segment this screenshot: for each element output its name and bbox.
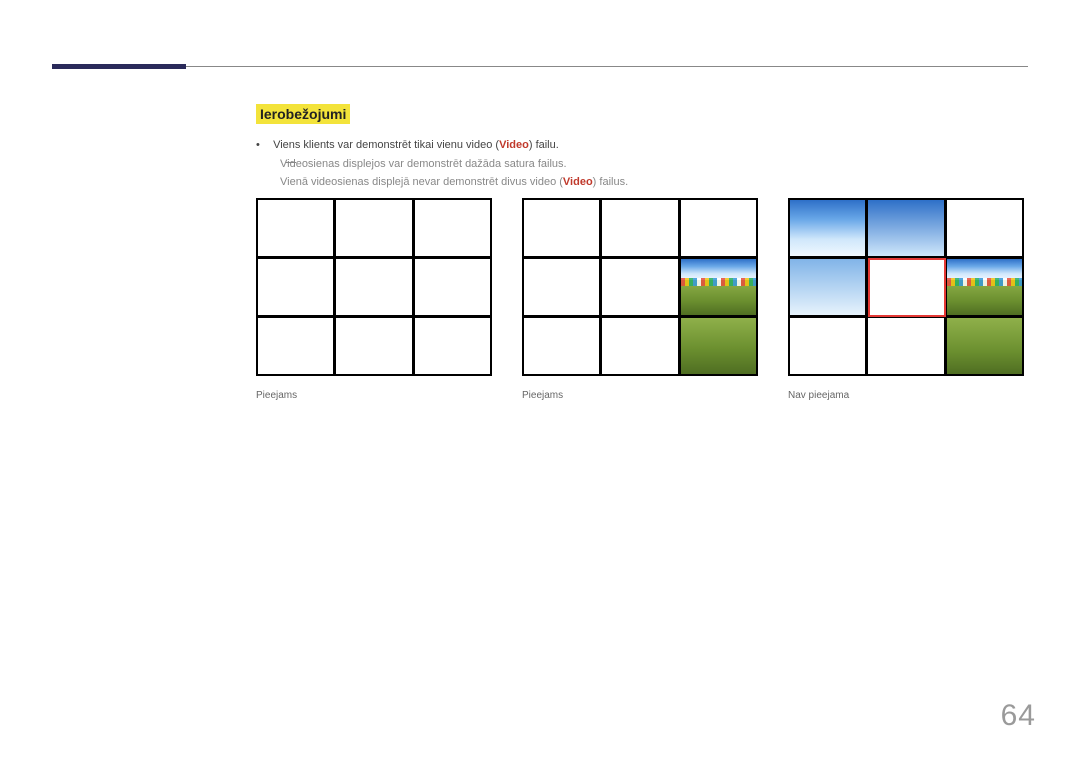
image-field — [681, 349, 756, 374]
example-b: Pieejams — [522, 198, 758, 401]
bullets: • Viens klients var demonstrēt tikai vie… — [256, 136, 1020, 192]
grid-cell — [681, 200, 756, 256]
sub-bullet-text-pre: Vienā videosienas displejā nevar demonst… — [280, 176, 563, 188]
section-title: Ierobežojumi — [256, 104, 350, 124]
grid-cell — [868, 318, 943, 374]
grid-cell — [336, 259, 411, 315]
page: Ierobežojumi • Viens klients var demonst… — [0, 0, 1080, 763]
image-sky — [868, 200, 943, 256]
example-a: Pieejams — [256, 198, 492, 401]
image-sky — [790, 259, 865, 315]
bullet-text-em: Video — [499, 139, 529, 151]
grid-cell-image — [681, 318, 756, 374]
sub-bullet-item: Vienā videosienas displejā nevar demonst… — [280, 173, 1020, 192]
grid-cell — [524, 200, 599, 256]
image-flags — [947, 278, 1022, 286]
image-flags — [681, 278, 756, 286]
grid-cell — [415, 318, 490, 374]
grid-cell — [602, 259, 677, 315]
grid-cell-image — [790, 259, 865, 315]
grid-cell — [790, 318, 865, 374]
videowall-grid — [522, 198, 758, 376]
grid-cell — [258, 200, 333, 256]
example-caption: Pieejams — [522, 390, 758, 401]
header-accent — [52, 64, 186, 69]
grid-cell — [602, 318, 677, 374]
dash-icon — [286, 162, 296, 163]
page-number: 64 — [1001, 699, 1036, 733]
example-caption: Pieejams — [256, 390, 492, 401]
grid-cell — [258, 318, 333, 374]
bullet-text-pre: Viens klients var demonstrēt tikai vienu… — [273, 139, 499, 151]
grid-cell — [336, 318, 411, 374]
bullet-text-post: ) failu. — [529, 139, 559, 151]
grid-cell-image — [790, 200, 865, 256]
header-rule — [52, 66, 1028, 67]
videowall-grid — [788, 198, 1024, 376]
grid-cell — [415, 200, 490, 256]
grid-cell-image — [947, 259, 1022, 315]
sub-bullet-text-em: Video — [563, 176, 593, 188]
videowall-grid — [256, 198, 492, 376]
grid-cell — [868, 259, 943, 315]
image-field — [947, 318, 1022, 374]
examples-row: Pieejams P — [256, 198, 1028, 401]
example-caption: Nav pieejama — [788, 390, 1024, 401]
image-sky — [790, 200, 865, 256]
grid-cell — [602, 200, 677, 256]
sub-bullet-text: Videosienas displejos var demonstrēt daž… — [280, 158, 567, 170]
example-c: Nav pieejama — [788, 198, 1024, 401]
bullet-item: • Viens klients var demonstrēt tikai vie… — [256, 136, 1020, 155]
grid-cell — [336, 200, 411, 256]
grid-cell-image — [947, 318, 1022, 374]
sub-bullet-item: Videosienas displejos var demonstrēt daž… — [280, 155, 1020, 174]
sub-bullet-text-post: ) failus. — [593, 176, 628, 188]
image-field — [681, 318, 756, 349]
grid-cell — [258, 259, 333, 315]
content: Ierobežojumi • Viens klients var demonst… — [256, 104, 1020, 192]
grid-cell — [524, 318, 599, 374]
bullet-dot-icon: • — [256, 136, 270, 155]
grid-cell — [524, 259, 599, 315]
grid-cell-image — [868, 200, 943, 256]
grid-cell-image — [681, 259, 756, 315]
grid-cell — [947, 200, 1022, 256]
grid-cell — [415, 259, 490, 315]
